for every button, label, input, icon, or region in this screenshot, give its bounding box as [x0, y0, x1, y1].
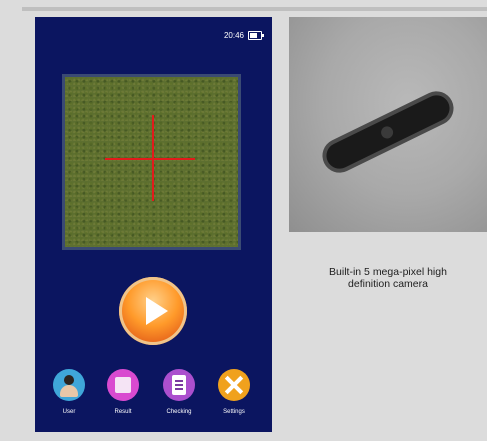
battery-icon [248, 30, 264, 40]
status-bar: 20:46 [223, 29, 264, 41]
camera-preview[interactable] [65, 77, 238, 247]
camera-photo [289, 17, 487, 232]
nav-item-user[interactable]: User [45, 369, 93, 415]
play-button[interactable] [119, 277, 187, 345]
frame-top-border [22, 7, 487, 11]
nav-label-checking: Checking [166, 409, 192, 415]
nav-label-settings: Settings [223, 409, 245, 415]
user-icon [53, 369, 85, 401]
phone-screen: 20:46 User Result Checking Settings [35, 17, 272, 432]
crosshair-horizontal [105, 158, 195, 160]
camera-caption: Built-in 5 mega-pixel high definition ca… [289, 266, 487, 290]
nav-label-user: User [62, 409, 76, 415]
camera-lens-icon [379, 124, 396, 141]
settings-icon [218, 369, 250, 401]
checking-icon [163, 369, 195, 401]
crosshair-vertical [152, 115, 154, 201]
nav-label-result: Result [114, 409, 132, 415]
result-icon [107, 369, 139, 401]
status-time: 20:46 [223, 30, 244, 40]
caption-line-2: definition camera [348, 278, 428, 290]
nav-item-checking[interactable]: Checking [155, 369, 203, 415]
camera-slot [322, 90, 454, 174]
play-icon [146, 297, 168, 325]
caption-line-1: Built-in 5 mega-pixel high [329, 266, 447, 278]
bottom-nav: User Result Checking Settings [45, 369, 265, 429]
nav-item-result[interactable]: Result [99, 369, 147, 415]
nav-item-settings[interactable]: Settings [210, 369, 258, 415]
camera-preview-frame [62, 74, 241, 250]
